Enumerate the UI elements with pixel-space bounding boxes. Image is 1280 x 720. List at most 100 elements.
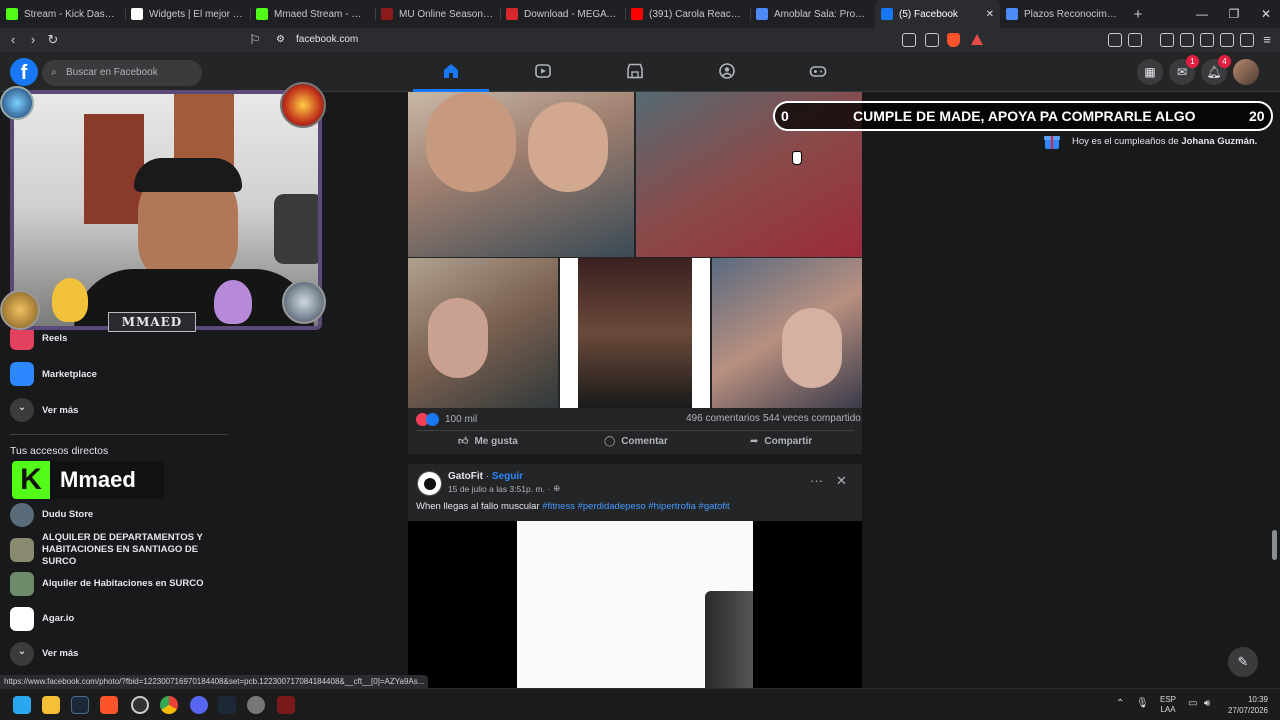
post-hashtags[interactable]: #fitness #perdidadepeso #hipertrofia #ga… bbox=[542, 501, 730, 512]
game-icon[interactable] bbox=[277, 696, 295, 714]
hide-post-icon[interactable]: ✕ bbox=[836, 473, 847, 489]
shares-count[interactable]: 544 veces compartido bbox=[763, 413, 861, 424]
minimize-button[interactable]: — bbox=[1186, 0, 1218, 28]
site-info-icon[interactable]: ⚙ bbox=[276, 32, 285, 48]
post-photo-1[interactable] bbox=[408, 92, 634, 257]
shortcut-item[interactable]: ⌄ Ver más bbox=[10, 639, 230, 669]
brave-rewards-icon[interactable] bbox=[971, 34, 983, 45]
more-options-icon[interactable]: ··· bbox=[810, 473, 823, 488]
groups-icon[interactable] bbox=[718, 62, 736, 80]
sidebar-item[interactable]: ⌄ Ver más bbox=[10, 395, 78, 425]
browser-tab[interactable]: Mmaed Stream - Watch Li bbox=[250, 0, 375, 28]
network-icon[interactable]: ▭ bbox=[1188, 698, 1197, 709]
tab-favicon-icon bbox=[881, 8, 893, 20]
obs-icon[interactable] bbox=[131, 696, 149, 714]
share-button[interactable]: ➦ Compartir bbox=[750, 433, 812, 449]
reload-icon[interactable]: ↻ bbox=[44, 31, 62, 49]
post-gap bbox=[408, 454, 862, 464]
marketplace-icon[interactable] bbox=[626, 62, 644, 80]
photo-face bbox=[782, 308, 842, 388]
windows-start-icon[interactable] bbox=[13, 696, 31, 714]
new-message-icon[interactable]: ✎ bbox=[1228, 647, 1258, 677]
browser-tab[interactable]: Plazos Reconocimiento Pa bbox=[1000, 0, 1125, 28]
browser-tab[interactable]: Amoblar Sala: Propuesta M bbox=[750, 0, 875, 28]
post-photo-5[interactable] bbox=[712, 258, 862, 408]
messenger-icon[interactable]: ✉ 1 bbox=[1169, 55, 1199, 85]
music-icon[interactable] bbox=[1160, 33, 1174, 47]
shortcut-item[interactable]: Agar.io bbox=[10, 604, 230, 634]
shortcut-label: Dudu Store bbox=[42, 509, 94, 520]
home-icon[interactable] bbox=[442, 62, 460, 80]
gaming-icon[interactable] bbox=[809, 62, 827, 80]
browser-tab[interactable]: MU Online Season 6 - SMU bbox=[375, 0, 500, 28]
cast-icon[interactable] bbox=[902, 33, 916, 47]
shortcut-item[interactable]: ALQUILER DE DEPARTAMENTOS Y HABITACIONES… bbox=[10, 532, 230, 567]
sidebar-toggle-icon[interactable] bbox=[1180, 33, 1194, 47]
kick-overlay-label: Mmaed bbox=[60, 467, 136, 492]
post-video[interactable] bbox=[408, 521, 862, 688]
comments-count[interactable]: 496 comentarios bbox=[686, 413, 760, 424]
file-explorer-icon[interactable] bbox=[42, 696, 60, 714]
brave-taskbar-icon[interactable] bbox=[100, 696, 118, 714]
volume-icon[interactable]: 🔊︎ bbox=[1204, 698, 1210, 709]
gatofit-avatar[interactable] bbox=[417, 471, 442, 496]
sidebar-item[interactable]: Marketplace bbox=[10, 359, 97, 389]
birthday-notice[interactable]: Hoy es el cumpleaños de Johana Guzmán. bbox=[1072, 136, 1257, 147]
forward-icon[interactable]: › bbox=[24, 31, 42, 49]
reading-list-icon[interactable] bbox=[1200, 33, 1214, 47]
profile-avatar[interactable] bbox=[1233, 59, 1259, 85]
post-photo-4[interactable] bbox=[560, 258, 710, 408]
shortcut-icon bbox=[10, 572, 34, 596]
sidebar-item-label: Marketplace bbox=[42, 368, 97, 380]
frame-swirl-icon bbox=[282, 280, 326, 324]
photo-face bbox=[428, 298, 488, 378]
tray-chevron-icon[interactable]: ⌃ bbox=[1116, 698, 1124, 709]
maximize-button[interactable]: ❐ bbox=[1218, 0, 1250, 28]
wallet-icon[interactable] bbox=[1128, 33, 1142, 47]
browser-tab[interactable]: Widgets | El mejor softwa bbox=[125, 0, 250, 28]
close-window-button[interactable]: ✕ bbox=[1250, 0, 1280, 28]
language-indicator[interactable]: ESP LAA bbox=[1160, 695, 1176, 715]
discord-icon[interactable] bbox=[190, 696, 208, 714]
chevron-down-icon: ⌄ bbox=[10, 398, 34, 422]
share-icon[interactable] bbox=[925, 33, 939, 47]
microphone-icon[interactable]: 🎙︎ bbox=[1136, 698, 1149, 709]
like-button[interactable]: 👍︎ Me gusta bbox=[458, 433, 518, 449]
leo-ai-icon[interactable] bbox=[1220, 33, 1234, 47]
chrome-icon[interactable] bbox=[160, 696, 178, 714]
browser-tab[interactable]: Stream - Kick Dashbo bbox=[0, 0, 125, 28]
extensions-icon[interactable] bbox=[1108, 33, 1122, 47]
shortcut-item[interactable]: Alquiler de Habitaciones en SURCO bbox=[10, 569, 230, 599]
settings-icon[interactable] bbox=[247, 696, 265, 714]
close-tab-icon[interactable]: ✕ bbox=[986, 9, 994, 20]
menu-icon[interactable]: ≡ bbox=[1258, 31, 1276, 49]
post-photo-3[interactable] bbox=[408, 258, 558, 408]
follow-link[interactable]: Seguir bbox=[492, 471, 523, 482]
tab-favicon-icon bbox=[631, 8, 643, 20]
clock[interactable]: 10:39 27/07/2026 bbox=[1222, 694, 1268, 716]
browser-tab[interactable]: (391) Carola Reacciona a C bbox=[625, 0, 750, 28]
bookmark-icon[interactable]: ⚐ bbox=[246, 31, 264, 49]
brave-shield-icon[interactable] bbox=[947, 33, 960, 47]
steam-2-icon[interactable] bbox=[218, 696, 236, 714]
reactions-summary[interactable]: 100 mil bbox=[416, 412, 477, 426]
vpn-icon[interactable] bbox=[1240, 33, 1254, 47]
post-date[interactable]: 15 de julio a las 3:51p. m. · bbox=[448, 484, 550, 494]
back-icon[interactable]: ‹ bbox=[4, 31, 22, 49]
comment-button[interactable]: ◯ Comentar bbox=[604, 433, 668, 449]
post-author[interactable]: GatoFit bbox=[448, 471, 483, 482]
notifications-icon[interactable]: 🔔︎ 4 bbox=[1201, 55, 1231, 85]
page-scrollbar[interactable] bbox=[1272, 530, 1277, 560]
steam-icon[interactable] bbox=[71, 696, 89, 714]
webcam-chair bbox=[274, 194, 318, 264]
menu-grid-icon[interactable]: ▦ bbox=[1137, 59, 1163, 85]
browser-tab[interactable]: Download - MEGA 65% bbox=[500, 0, 625, 28]
tab-label: Stream - Kick Dashbo bbox=[24, 8, 119, 20]
tab-label: Plazos Reconocimiento Pa bbox=[1024, 8, 1119, 20]
news-feed: 100 mil 496 comentarios 544 veces compar… bbox=[408, 92, 862, 688]
video-icon[interactable] bbox=[534, 62, 552, 80]
browser-tab[interactable]: (5) Facebook ✕ bbox=[875, 0, 1000, 28]
address-bar[interactable]: ⚙ facebook.com bbox=[272, 32, 992, 48]
new-tab-button[interactable]: + bbox=[1125, 6, 1151, 23]
shortcut-item[interactable]: Dudu Store bbox=[10, 500, 230, 530]
